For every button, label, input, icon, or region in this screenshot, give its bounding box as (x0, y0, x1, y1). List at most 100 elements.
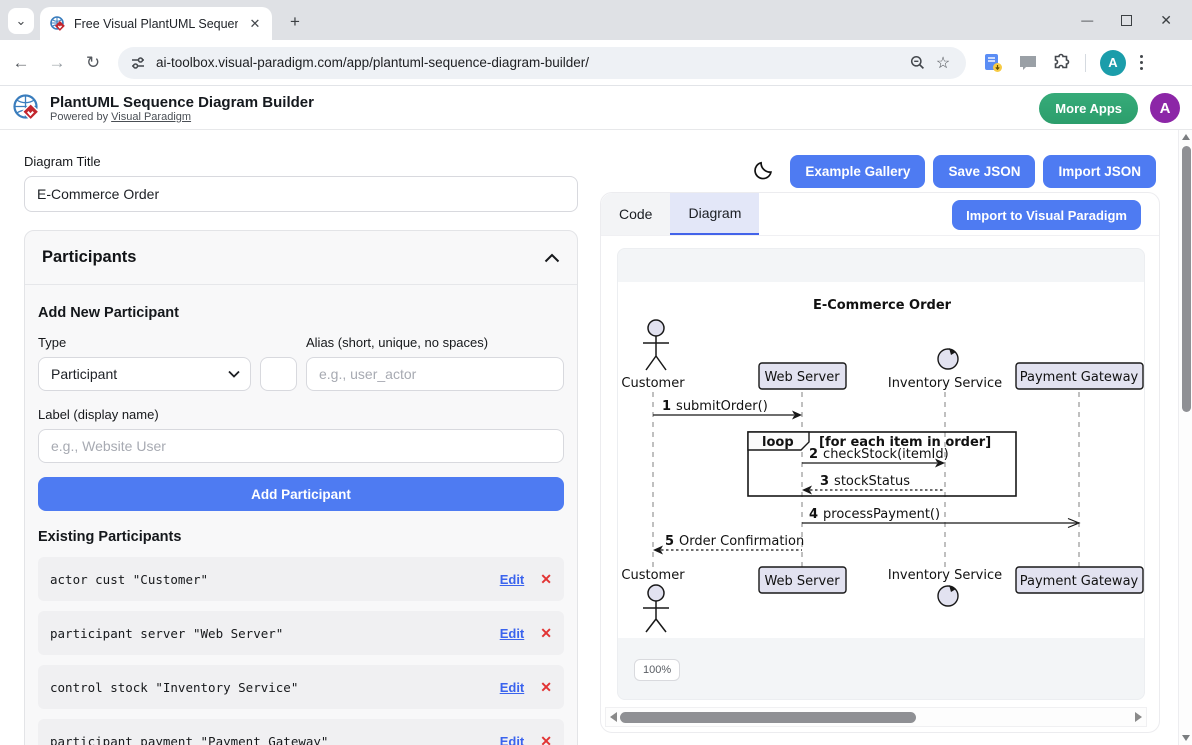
delete-icon[interactable]: ✕ (540, 625, 552, 642)
more-apps-button[interactable]: More Apps (1039, 93, 1138, 124)
svg-text:Inventory Service: Inventory Service (888, 376, 1002, 391)
svg-text:Web Server: Web Server (764, 574, 840, 589)
chevron-down-icon: ⌄ (16, 13, 27, 29)
participant-row: control stock "Inventory Service" Edit ✕ (38, 665, 564, 709)
stereotype-box[interactable] (260, 357, 297, 391)
browser-tab-strip: ⌄ Free Visual PlantUML Sequence ✕ + — ✕ (0, 0, 1192, 40)
scroll-right-icon[interactable] (1135, 712, 1142, 722)
browser-tab[interactable]: Free Visual PlantUML Sequence ✕ (40, 7, 272, 40)
browser-toolbar: ← → ↻ ai-toolbox.visual-paradigm.com/app… (0, 40, 1192, 86)
diagram-viewport[interactable]: E-Commerce Order Customer (617, 248, 1145, 700)
url-bar[interactable]: ai-toolbox.visual-paradigm.com/app/plant… (118, 47, 966, 79)
edit-link[interactable]: Edit (500, 572, 525, 587)
participant-web-server-bottom: Web Server (759, 567, 846, 593)
alias-label: Alias (short, unique, no spaces) (306, 335, 564, 350)
browser-profile-avatar[interactable]: A (1100, 50, 1126, 76)
svg-text:4processPayment(): 4processPayment() (809, 507, 940, 522)
message-3: 3stockStatus (802, 474, 945, 495)
svg-text:2checkStock(itemId): 2checkStock(itemId) (809, 447, 949, 462)
svg-text:Payment Gateway: Payment Gateway (1020, 574, 1139, 589)
svg-text:Web Server: Web Server (764, 370, 840, 385)
horizontal-scroll-thumb[interactable] (620, 712, 916, 723)
horizontal-scrollbar[interactable] (605, 707, 1147, 727)
message-4: 4processPayment() (802, 507, 1079, 528)
reading-list-icon[interactable] (982, 53, 1004, 73)
tab-code[interactable]: Code (601, 193, 670, 235)
participant-payment-top: Payment Gateway (1016, 363, 1143, 389)
participants-card: Participants Add New Participant Type Pa… (24, 230, 578, 745)
powered-by: Powered by Visual Paradigm (50, 111, 314, 123)
bookmark-star-icon[interactable]: ☆ (930, 50, 956, 76)
control-inventory-bottom: Inventory Service (888, 568, 1002, 606)
delete-icon[interactable]: ✕ (540, 679, 552, 696)
svg-text:3stockStatus: 3stockStatus (820, 474, 910, 489)
alias-input[interactable] (306, 357, 564, 391)
edit-link[interactable]: Edit (500, 734, 525, 745)
svg-text:5Order Confirmation: 5Order Confirmation (665, 534, 804, 549)
zoom-icon[interactable] (904, 50, 930, 76)
message-1: 1submitOrder() (653, 399, 802, 420)
diagram-title-input[interactable] (24, 176, 578, 212)
delete-icon[interactable]: ✕ (540, 571, 552, 588)
svg-text:Customer: Customer (621, 568, 685, 583)
delete-icon[interactable]: ✕ (540, 733, 552, 745)
browser-menu-icon[interactable] (1140, 55, 1143, 70)
actor-customer-bottom: Customer (621, 568, 685, 632)
participant-code: actor cust "Customer" (50, 572, 500, 587)
tab-diagram[interactable]: Diagram (670, 193, 759, 235)
visual-paradigm-link[interactable]: Visual Paradigm (111, 111, 191, 123)
participants-header[interactable]: Participants (25, 231, 577, 285)
svg-text:Customer: Customer (621, 376, 685, 391)
participant-payment-bottom: Payment Gateway (1016, 567, 1143, 593)
forward-icon[interactable]: → (42, 48, 72, 78)
left-panel: Diagram Title Participants Add New Parti… (24, 154, 578, 745)
new-tab-button[interactable]: + (282, 9, 308, 35)
dark-mode-toggle[interactable] (751, 161, 772, 182)
diagram-title-label: Diagram Title (24, 154, 578, 169)
display-name-label: Label (display name) (38, 407, 564, 422)
edit-link[interactable]: Edit (500, 680, 525, 695)
existing-participants-heading: Existing Participants (38, 529, 564, 545)
scroll-up-icon[interactable] (1182, 134, 1190, 140)
loop-keyword: loop (762, 435, 794, 450)
chevron-up-icon[interactable] (544, 253, 560, 263)
vertical-scroll-thumb[interactable] (1182, 146, 1191, 412)
type-select[interactable]: Participant (38, 357, 251, 391)
participant-row: actor cust "Customer" Edit ✕ (38, 557, 564, 601)
vertical-scrollbar[interactable] (1178, 130, 1192, 745)
save-json-button[interactable]: Save JSON (933, 155, 1035, 188)
extensions-icon[interactable] (1052, 53, 1071, 72)
toolbar-separator (1085, 54, 1086, 72)
zoom-level-badge[interactable]: 100% (634, 659, 680, 681)
user-avatar[interactable]: A (1150, 93, 1180, 123)
app-header: PlantUML Sequence Diagram Builder Powere… (0, 87, 1192, 130)
edit-link[interactable]: Edit (500, 626, 525, 641)
participant-code: participant payment "Payment Gateway" (50, 734, 500, 745)
app-title: PlantUML Sequence Diagram Builder (50, 94, 314, 111)
close-window-icon[interactable]: ✕ (1160, 12, 1172, 29)
comment-icon[interactable] (1018, 54, 1038, 72)
svg-text:1submitOrder(): 1submitOrder() (662, 399, 768, 414)
tab-search-button[interactable]: ⌄ (8, 8, 34, 34)
scroll-left-icon[interactable] (610, 712, 617, 722)
add-participant-button[interactable]: Add Participant (38, 477, 564, 511)
type-label: Type (38, 335, 251, 350)
diagram-title-text: E-Commerce Order (813, 298, 952, 313)
example-gallery-button[interactable]: Example Gallery (790, 155, 925, 188)
maximize-icon[interactable] (1121, 15, 1132, 26)
tab-close-icon[interactable]: ✕ (246, 15, 264, 33)
participant-code: participant server "Web Server" (50, 626, 500, 641)
favicon-icon (50, 16, 66, 32)
import-to-visual-paradigm-button[interactable]: Import to Visual Paradigm (952, 200, 1141, 230)
message-2: 2checkStock(itemId) (802, 447, 949, 468)
back-icon[interactable]: ← (6, 48, 36, 78)
url-text[interactable]: ai-toolbox.visual-paradigm.com/app/plant… (156, 55, 904, 70)
reload-icon[interactable]: ↻ (78, 48, 108, 78)
import-json-button[interactable]: Import JSON (1043, 155, 1156, 188)
participants-title: Participants (42, 248, 136, 267)
display-name-input[interactable] (38, 429, 564, 463)
control-inventory-top: Inventory Service (888, 348, 1002, 391)
minimize-icon[interactable]: — (1081, 13, 1093, 27)
site-settings-icon[interactable] (130, 55, 146, 71)
scroll-down-icon[interactable] (1182, 735, 1190, 741)
